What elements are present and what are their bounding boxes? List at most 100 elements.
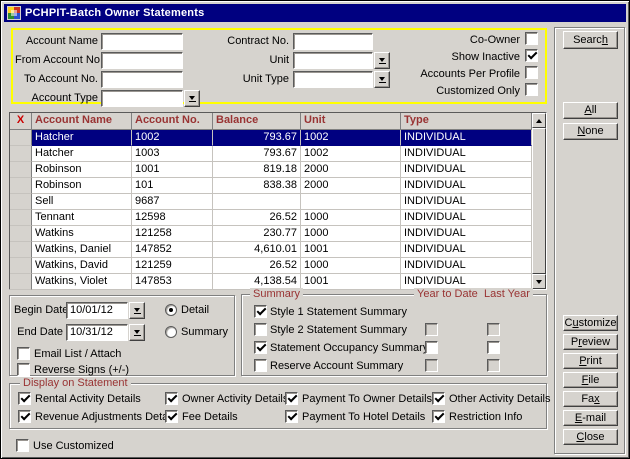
use-customized-checkbox[interactable]	[16, 439, 29, 452]
cell-type: INDIVIDUAL	[401, 178, 532, 194]
fax-button[interactable]: Fax	[563, 391, 618, 407]
row-selector-cell[interactable]	[10, 146, 32, 162]
none-button[interactable]: None	[563, 123, 618, 140]
row-selector-cell[interactable]	[10, 258, 32, 274]
cell-unit: 1002	[301, 130, 401, 146]
statement-occupancy-summary-last-year-checkbox[interactable]	[487, 341, 500, 354]
style-1-statement-summary-label: Style 1 Statement Summary	[270, 306, 407, 318]
account-type-field[interactable]	[101, 90, 183, 107]
file-button[interactable]: File	[563, 372, 618, 388]
co-owner-checkbox[interactable]	[525, 32, 538, 45]
payment-to-owner-details-label: Payment To Owner Details	[302, 393, 432, 405]
app-icon	[7, 6, 21, 20]
style-2-statement-summary-checkbox[interactable]	[254, 323, 267, 336]
other-activity-details-checkbox[interactable]	[432, 392, 445, 405]
summary-group-title: Summary	[250, 288, 303, 300]
row-selector-cell[interactable]	[10, 178, 32, 194]
contract-no-field[interactable]	[293, 33, 373, 50]
cell-balance: 793.67	[213, 146, 301, 162]
table-row[interactable]: Watkins, David12125926.521000INDIVIDUAL	[10, 258, 546, 274]
detail-radio[interactable]	[165, 304, 177, 316]
scrollbar-thumb[interactable]	[532, 128, 546, 274]
account-type-label: Account Type	[15, 92, 98, 104]
restriction-info-label: Restriction Info	[449, 411, 522, 423]
table-scrollbar[interactable]	[532, 113, 546, 289]
table-row[interactable]: Robinson1001819.182000INDIVIDUAL	[10, 162, 546, 178]
row-selector-cell[interactable]	[10, 130, 32, 146]
table-row[interactable]: Watkins, Daniel1478524,610.011001INDIVID…	[10, 242, 546, 258]
show-inactive-checkbox[interactable]	[525, 49, 538, 62]
table-row[interactable]: Tennant1259826.521000INDIVIDUAL	[10, 210, 546, 226]
row-selector-cell[interactable]	[10, 226, 32, 242]
cell-account-no: 1003	[132, 146, 213, 162]
cell-balance: 793.67	[213, 130, 301, 146]
summary-radio-label: Summary	[181, 326, 228, 338]
email-list-attach-checkbox[interactable]	[17, 347, 30, 360]
cell-type: INDIVIDUAL	[401, 226, 532, 242]
revenue-adjustments-deta-checkbox[interactable]	[18, 410, 31, 423]
unit-field[interactable]	[293, 52, 373, 69]
print-button[interactable]: Print	[563, 353, 618, 369]
unit-label: Unit	[170, 54, 289, 66]
row-selector-cell[interactable]	[10, 274, 32, 290]
rental-activity-details-checkbox[interactable]	[18, 392, 31, 405]
style-1-statement-summary-checkbox[interactable]	[254, 305, 267, 318]
cell-account-no: 147853	[132, 274, 213, 290]
all-button[interactable]: All	[563, 102, 618, 119]
cell-account-name: Tennant	[32, 210, 132, 226]
search-button[interactable]: Search	[563, 31, 618, 49]
from-account-no-label: From Account No.	[15, 54, 98, 66]
begin-date-dropdown-button[interactable]	[129, 302, 145, 319]
rental-activity-details-label: Rental Activity Details	[35, 393, 141, 405]
fee-details-checkbox[interactable]	[165, 410, 178, 423]
cell-unit	[301, 194, 401, 210]
title-bar[interactable]: PCHPIT-Batch Owner Statements	[4, 4, 626, 22]
table-row[interactable]: Robinson101838.382000INDIVIDUAL	[10, 178, 546, 194]
reserve-account-summary-checkbox[interactable]	[254, 359, 267, 372]
payment-to-hotel-details-label: Payment To Hotel Details	[302, 411, 425, 423]
table-row[interactable]: Watkins121258230.771000INDIVIDUAL	[10, 226, 546, 242]
end-date-dropdown-button[interactable]	[129, 324, 145, 341]
row-selector-cell[interactable]	[10, 210, 32, 226]
statement-occupancy-summary-checkbox[interactable]	[254, 341, 267, 354]
table-row[interactable]: Sell9687INDIVIDUAL	[10, 194, 546, 210]
close-button[interactable]: Close	[563, 429, 618, 445]
table-row[interactable]: Hatcher1002793.671002INDIVIDUAL	[10, 130, 546, 146]
cell-account-name: Watkins, Daniel	[32, 242, 132, 258]
reverse-signs-checkbox[interactable]	[17, 363, 30, 376]
cell-balance: 230.77	[213, 226, 301, 242]
customize-button[interactable]: Customize	[563, 315, 618, 331]
cell-unit: 1001	[301, 242, 401, 258]
search-criteria-panel: Account NameFrom Account No.To Account N…	[11, 28, 547, 104]
summary-radio[interactable]	[165, 326, 177, 338]
accounts-per-profile-checkbox[interactable]	[525, 66, 538, 79]
begin-date-label: Begin Date	[14, 304, 63, 316]
account-type-dropdown-button[interactable]	[184, 90, 200, 107]
window-title: PCHPIT-Batch Owner Statements	[21, 7, 204, 19]
payment-to-hotel-details-checkbox[interactable]	[285, 410, 298, 423]
cell-unit: 1000	[301, 210, 401, 226]
cell-unit: 2000	[301, 178, 401, 194]
row-selector-cell[interactable]	[10, 194, 32, 210]
table-header-row: X Account Name Account No. Balance Unit …	[10, 113, 546, 130]
row-selector-cell[interactable]	[10, 162, 32, 178]
unit-type-field[interactable]	[293, 71, 373, 88]
unit-type-label: Unit Type	[170, 73, 289, 85]
owner-activity-details-checkbox[interactable]	[165, 392, 178, 405]
scroll-down-arrow-icon[interactable]	[532, 274, 546, 289]
table-row[interactable]: Hatcher1003793.671002INDIVIDUAL	[10, 146, 546, 162]
begin-date-field[interactable]: 10/01/12	[66, 302, 128, 319]
end-date-field[interactable]: 10/31/12	[66, 324, 128, 341]
statement-occupancy-summary-ytd-checkbox[interactable]	[425, 341, 438, 354]
preview-button[interactable]: Preview	[563, 334, 618, 350]
cell-balance: 26.52	[213, 258, 301, 274]
customized-only-checkbox[interactable]	[525, 83, 538, 96]
last-year-column-label: Last Year	[481, 288, 533, 300]
scroll-up-arrow-icon[interactable]	[532, 113, 546, 128]
e-mail-button[interactable]: E-mail	[563, 410, 618, 426]
column-header-unit: Unit	[301, 113, 401, 130]
row-selector-cell[interactable]	[10, 242, 32, 258]
column-header-type: Type	[401, 113, 532, 130]
restriction-info-checkbox[interactable]	[432, 410, 445, 423]
payment-to-owner-details-checkbox[interactable]	[285, 392, 298, 405]
